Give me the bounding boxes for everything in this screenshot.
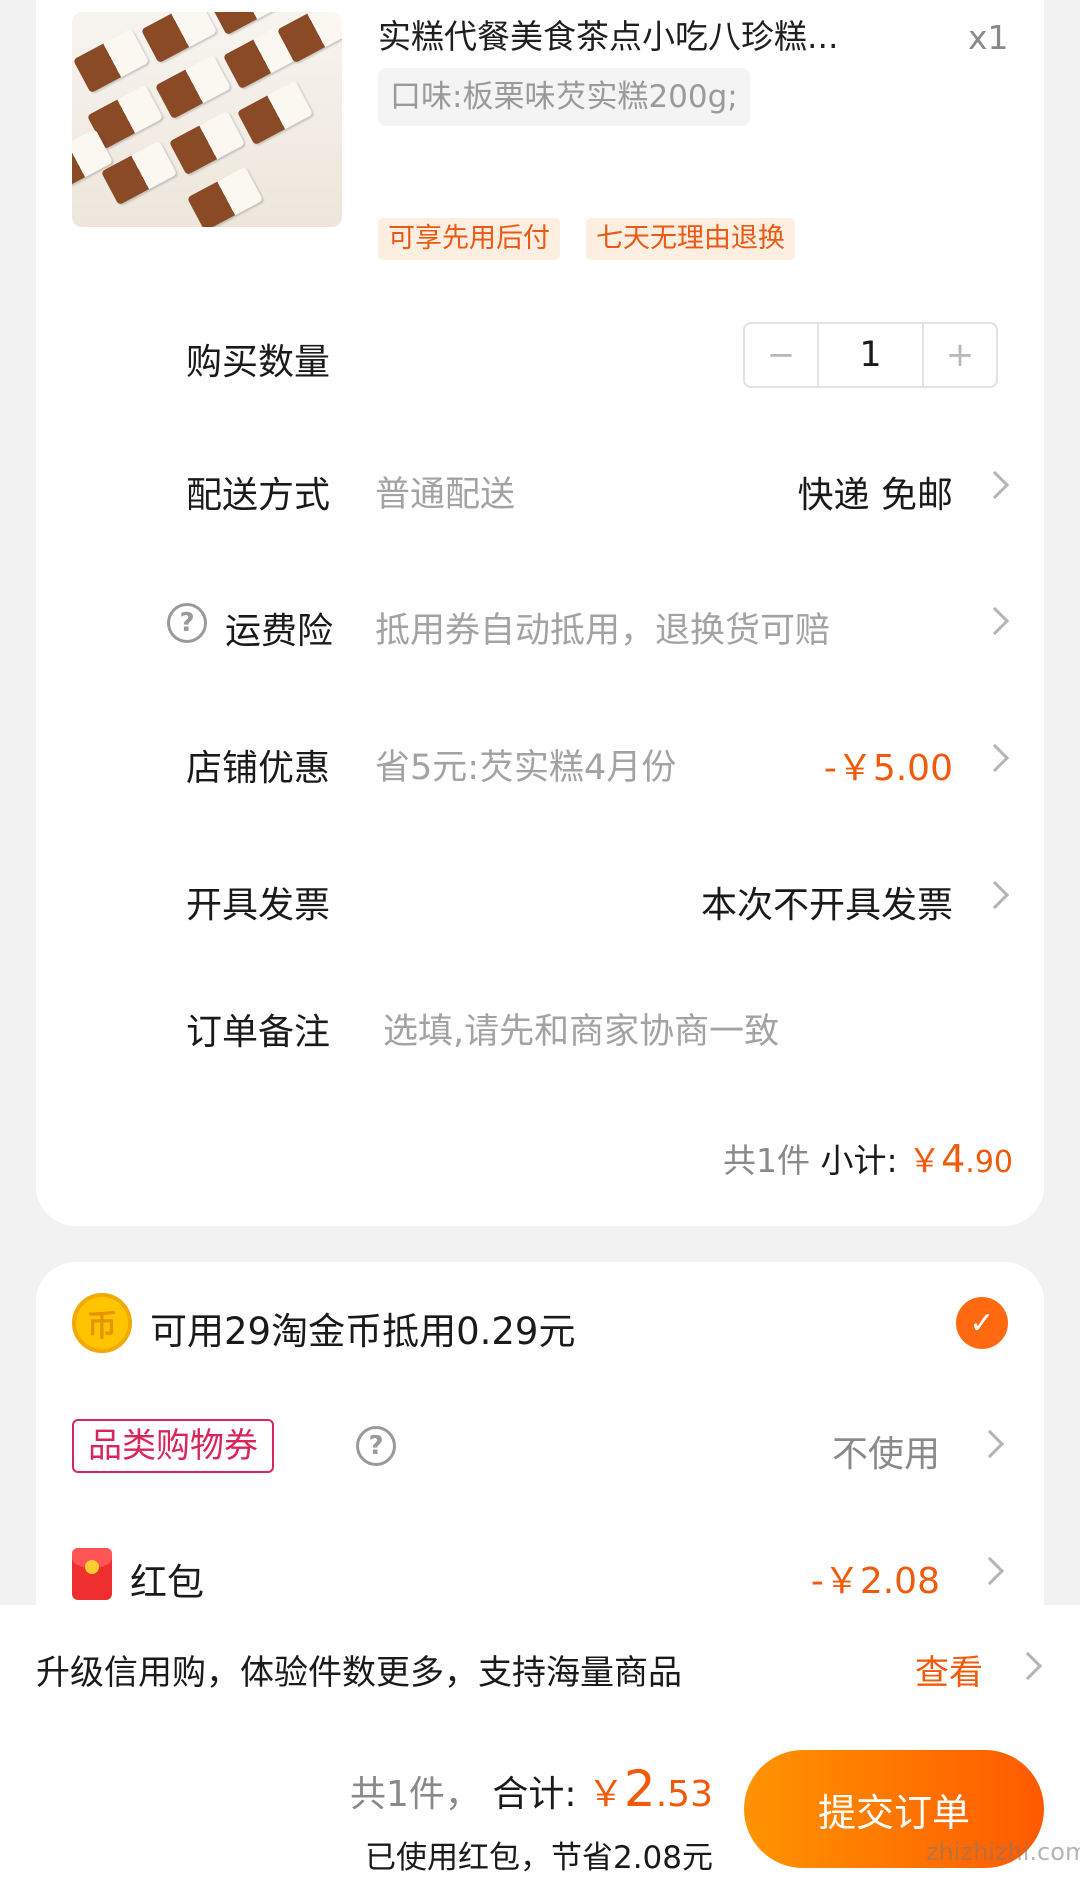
order-note-input[interactable]: 选填,请先和商家协商一致 [383,1003,779,1054]
invoice-value[interactable]: 本次不开具发票 [701,876,953,928]
subtotal-count: 共1件 [722,1141,810,1180]
coupon-value[interactable]: 不使用 [832,1425,940,1477]
coin-icon: 币 [72,1293,132,1353]
total-amount-main: 2 [623,1760,656,1818]
credit-promo-text: 升级信用购，体验件数更多，支持海量商品 [36,1653,682,1693]
return-policy-tag: 七天无理由退换 [586,218,795,260]
quantity-value[interactable]: 1 [817,324,924,386]
subtotal-label: 小计: [820,1141,898,1180]
pay-later-tag: 可享先用后付 [378,218,560,260]
shipping-insurance-desc[interactable]: 抵用券自动抵用，退换货可赔 [375,602,830,653]
delivery-label: 配送方式 [186,475,331,516]
red-packet-value[interactable]: -￥2.08 [811,1552,940,1604]
order-confirm-page: 实糕代餐美食茶点小吃八珍糕... x1 口味:板栗味芡实糕200g; 可享先用后… [0,0,1080,1901]
quantity-stepper[interactable]: − 1 + [743,322,998,388]
subtotal-amount-main: 4 [941,1137,966,1181]
savings-text: 已使用红包，节省2.08元 [364,1840,713,1876]
order-total: 共1件， 合计: ￥2.53 [350,1760,713,1818]
store-discount-desc: 省5元:芡实糕4月份 [375,748,677,788]
red-packet-icon [72,1548,112,1600]
checkmark-icon[interactable]: ✓ [956,1297,1008,1349]
store-discount-label: 店铺优惠 [186,748,331,789]
total-amount-decimal: .53 [655,1774,713,1815]
subtotal-currency: ￥ [908,1141,942,1180]
coin-offset-text: 可用29淘金币抵用0.29元 [150,1310,576,1353]
product-spec[interactable]: 口味:板栗味芡实糕200g; [378,68,750,126]
promo-view-link[interactable]: 查看 [915,1645,983,1694]
total-label: 合计: [492,1774,577,1815]
store-discount-value[interactable]: -￥5.00 [824,739,953,791]
product-thumbnail[interactable] [72,12,342,227]
minus-button[interactable]: − [745,324,817,386]
product-title[interactable]: 实糕代餐美食茶点小吃八珍糕... [378,10,838,58]
subtotal-amount-decimal: .90 [965,1145,1013,1180]
product-quantity: x1 [968,18,1009,57]
total-count: 共1件， [349,1774,481,1815]
plus-button[interactable]: + [924,324,996,386]
help-icon[interactable]: ? [167,603,207,643]
category-coupon-badge: 品类购物券 [72,1419,274,1473]
watermark: zhizhizhi.com [926,1838,1080,1866]
order-note-label: 订单备注 [186,1012,331,1053]
quantity-label: 购买数量 [186,342,331,383]
red-packet-label: 红包 [130,1561,204,1604]
shipping-insurance-label: 运费险 [225,611,334,652]
help-icon[interactable]: ? [356,1426,396,1466]
subtotal: 共1件 小计: ￥4.90 [723,1134,1013,1182]
invoice-label: 开具发票 [186,885,331,926]
delivery-method: 普通配送 [375,475,516,515]
total-currency: ￥ [587,1774,624,1815]
delivery-value[interactable]: 快递 免邮 [798,466,953,518]
